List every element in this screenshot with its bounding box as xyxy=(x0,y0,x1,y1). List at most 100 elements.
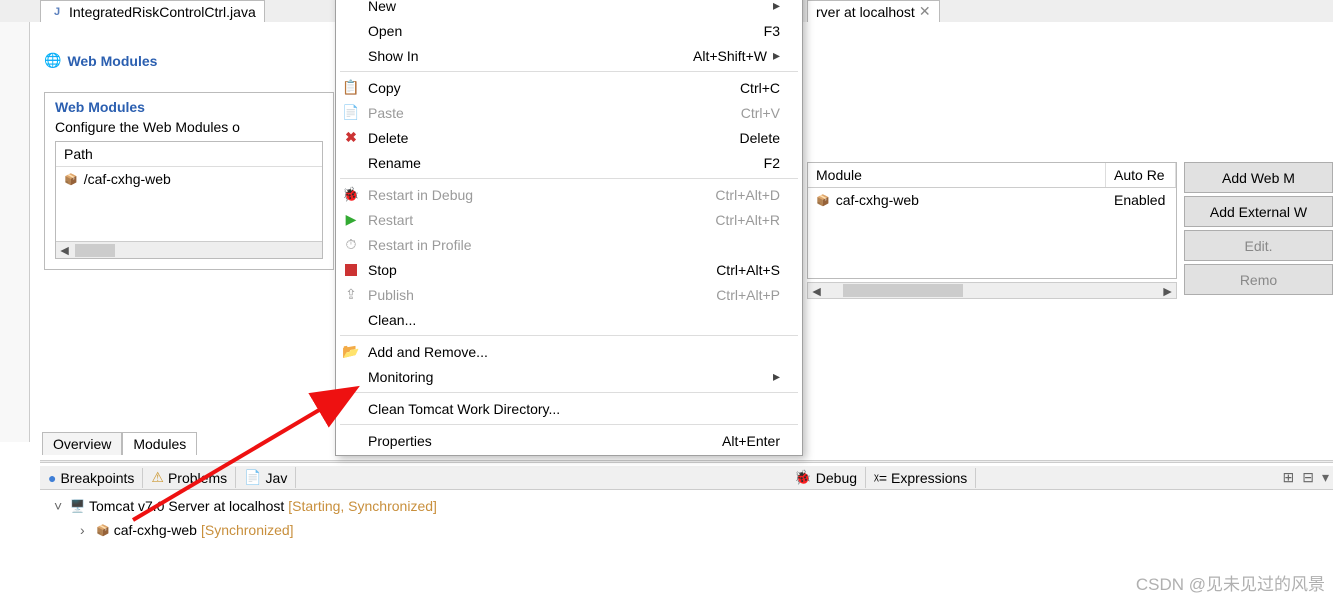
menu-open[interactable]: OpenF3 xyxy=(336,18,802,43)
close-icon[interactable]: ✕ xyxy=(919,3,931,20)
edit-button[interactable]: Edit. xyxy=(1184,230,1333,261)
column-header-auto[interactable]: Auto Re xyxy=(1106,163,1176,187)
server-icon: 🖥️ xyxy=(70,499,85,513)
label: Publish xyxy=(368,287,716,303)
editor-bottom-tabs: Overview Modules xyxy=(42,432,197,455)
tab-modules[interactable]: Modules xyxy=(122,432,197,455)
shortcut: Ctrl+C xyxy=(740,80,780,96)
bug-icon: 🐞 xyxy=(794,469,811,486)
shortcut: F3 xyxy=(764,23,780,39)
menu-paste[interactable]: 📄PasteCtrl+V xyxy=(336,100,802,125)
label: Restart in Profile xyxy=(368,237,780,253)
scroll-right-icon[interactable]: ► xyxy=(1159,283,1176,299)
web-module-icon: 📦 xyxy=(64,173,78,186)
add-web-module-button[interactable]: Add Web M xyxy=(1184,162,1333,193)
label: New xyxy=(368,0,773,14)
tab-label: Breakpoints xyxy=(60,470,134,486)
tree-collapse-icon[interactable]: ⊟ xyxy=(1302,469,1314,486)
menu-show-in[interactable]: Show InAlt+Shift+W▸ xyxy=(336,43,802,68)
table-row[interactable]: 📦 caf-cxhg-web Enabled xyxy=(808,188,1176,212)
publish-icon: ⇪ xyxy=(342,286,360,304)
paste-icon: 📄 xyxy=(342,104,360,122)
shortcut: Ctrl+Alt+P xyxy=(716,287,780,303)
cell-auto: Enabled xyxy=(1106,188,1176,212)
tab-label: Problems xyxy=(168,470,227,486)
cell-module: caf-cxhg-web xyxy=(836,192,919,208)
label: Copy xyxy=(368,80,740,96)
menu-properties[interactable]: PropertiesAlt+Enter xyxy=(336,428,802,453)
server-status: [Starting, Synchronized] xyxy=(288,498,437,514)
separator xyxy=(340,71,798,72)
editor-tab-server[interactable]: rver at localhost ✕ xyxy=(807,0,940,22)
add-remove-icon: 📂 xyxy=(342,343,360,361)
globe-icon: 🌐 xyxy=(44,52,61,69)
menu-monitoring[interactable]: Monitoring▸ xyxy=(336,364,802,389)
context-menu: New▸ OpenF3 Show InAlt+Shift+W▸ 📋CopyCtr… xyxy=(335,0,803,456)
twisty-open-icon[interactable]: ˅ xyxy=(54,498,66,514)
shortcut: F2 xyxy=(764,155,780,171)
menu-add-remove[interactable]: 📂 Add and Remove... xyxy=(336,339,802,364)
column-header-module[interactable]: Module xyxy=(808,163,1106,187)
shortcut: Ctrl+Alt+D xyxy=(715,187,780,203)
menu-rename[interactable]: RenameF2 xyxy=(336,150,802,175)
twisty-closed-icon[interactable]: › xyxy=(80,522,92,538)
scroll-left-icon[interactable]: ◄ xyxy=(808,283,825,299)
watermark: CSDN @见未见过的风景 xyxy=(1136,570,1325,595)
editor-tab-label: IntegratedRiskControlCtrl.java xyxy=(69,4,256,20)
scroll-left-icon[interactable]: ◄ xyxy=(56,242,73,258)
label: Stop xyxy=(368,262,716,278)
menu-stop[interactable]: StopCtrl+Alt+S xyxy=(336,257,802,282)
tab-overview[interactable]: Overview xyxy=(42,432,122,455)
editor-tab-label: rver at localhost xyxy=(816,4,915,20)
menu-restart-profile[interactable]: ⏱Restart in Profile xyxy=(336,232,802,257)
menu-copy[interactable]: 📋 CopyCtrl+C xyxy=(336,75,802,100)
menu-clean-tomcat[interactable]: Clean Tomcat Work Directory... xyxy=(336,396,802,421)
tab-debug[interactable]: 🐞Debug xyxy=(786,467,866,488)
buttons-column: Add Web M Add External W Edit. Remo xyxy=(1184,162,1333,295)
label: Monitoring xyxy=(368,369,773,385)
menu-icon[interactable]: ▾ xyxy=(1322,469,1329,486)
web-module-icon: 📦 xyxy=(96,524,110,537)
menu-clean[interactable]: Clean... xyxy=(336,307,802,332)
column-header-path[interactable]: Path xyxy=(56,142,322,167)
label: Add and Remove... xyxy=(368,344,780,360)
horizontal-scrollbar[interactable]: ◄ xyxy=(56,241,322,258)
web-module-icon: 📦 xyxy=(816,194,830,207)
add-external-web-button[interactable]: Add External W xyxy=(1184,196,1333,227)
views-tab-bar: ●Breakpoints ⚠Problems 📄Jav 🐞Debug ᵡ=Exp… xyxy=(40,466,1333,490)
tab-expressions[interactable]: ᵡ=Expressions xyxy=(866,468,976,488)
label: Clean... xyxy=(368,312,780,328)
menu-delete[interactable]: ✖DeleteDelete xyxy=(336,125,802,150)
remove-button[interactable]: Remo xyxy=(1184,264,1333,295)
page-title: Web Modules xyxy=(67,53,157,69)
label: Open xyxy=(368,23,764,39)
tab-breakpoints[interactable]: ●Breakpoints xyxy=(40,468,143,488)
shortcut: Ctrl+Alt+S xyxy=(716,262,780,278)
server-module-node[interactable]: › 📦 caf-cxhg-web [Synchronized] xyxy=(80,518,437,542)
editor-tab-java[interactable]: J IntegratedRiskControlCtrl.java xyxy=(40,0,265,22)
tab-problems[interactable]: ⚠Problems xyxy=(143,467,236,488)
tree-expand-icon[interactable]: ⊞ xyxy=(1283,469,1295,486)
shortcut: Ctrl+Alt+R xyxy=(715,212,780,228)
warning-icon: ⚠ xyxy=(151,469,164,486)
sash-divider[interactable] xyxy=(40,460,1333,463)
scroll-thumb[interactable] xyxy=(843,284,963,297)
tab-javadoc[interactable]: 📄Jav xyxy=(236,467,296,488)
label: Rename xyxy=(368,155,764,171)
label: Paste xyxy=(368,105,741,121)
copy-icon: 📋 xyxy=(342,79,360,97)
label: Show In xyxy=(368,48,693,64)
menu-restart[interactable]: ▶RestartCtrl+Alt+R xyxy=(336,207,802,232)
scroll-thumb[interactable] xyxy=(75,244,115,257)
menu-new[interactable]: New▸ xyxy=(336,0,802,18)
server-name: Tomcat v7.0 Server at localhost xyxy=(89,498,284,514)
web-modules-table: Path 📦 /caf-cxhg-web ◄ xyxy=(55,141,323,259)
horizontal-scrollbar[interactable]: ◄ ► xyxy=(807,282,1177,299)
menu-publish[interactable]: ⇪ PublishCtrl+Alt+P xyxy=(336,282,802,307)
submenu-arrow-icon: ▸ xyxy=(773,47,780,64)
menu-restart-debug[interactable]: 🐞Restart in DebugCtrl+Alt+D xyxy=(336,182,802,207)
table-row[interactable]: 📦 /caf-cxhg-web xyxy=(56,167,322,191)
doc-icon: 📄 xyxy=(244,469,261,486)
server-node[interactable]: ˅ 🖥️ Tomcat v7.0 Server at localhost [St… xyxy=(54,494,437,518)
web-modules-header: Web Modules xyxy=(45,93,333,117)
